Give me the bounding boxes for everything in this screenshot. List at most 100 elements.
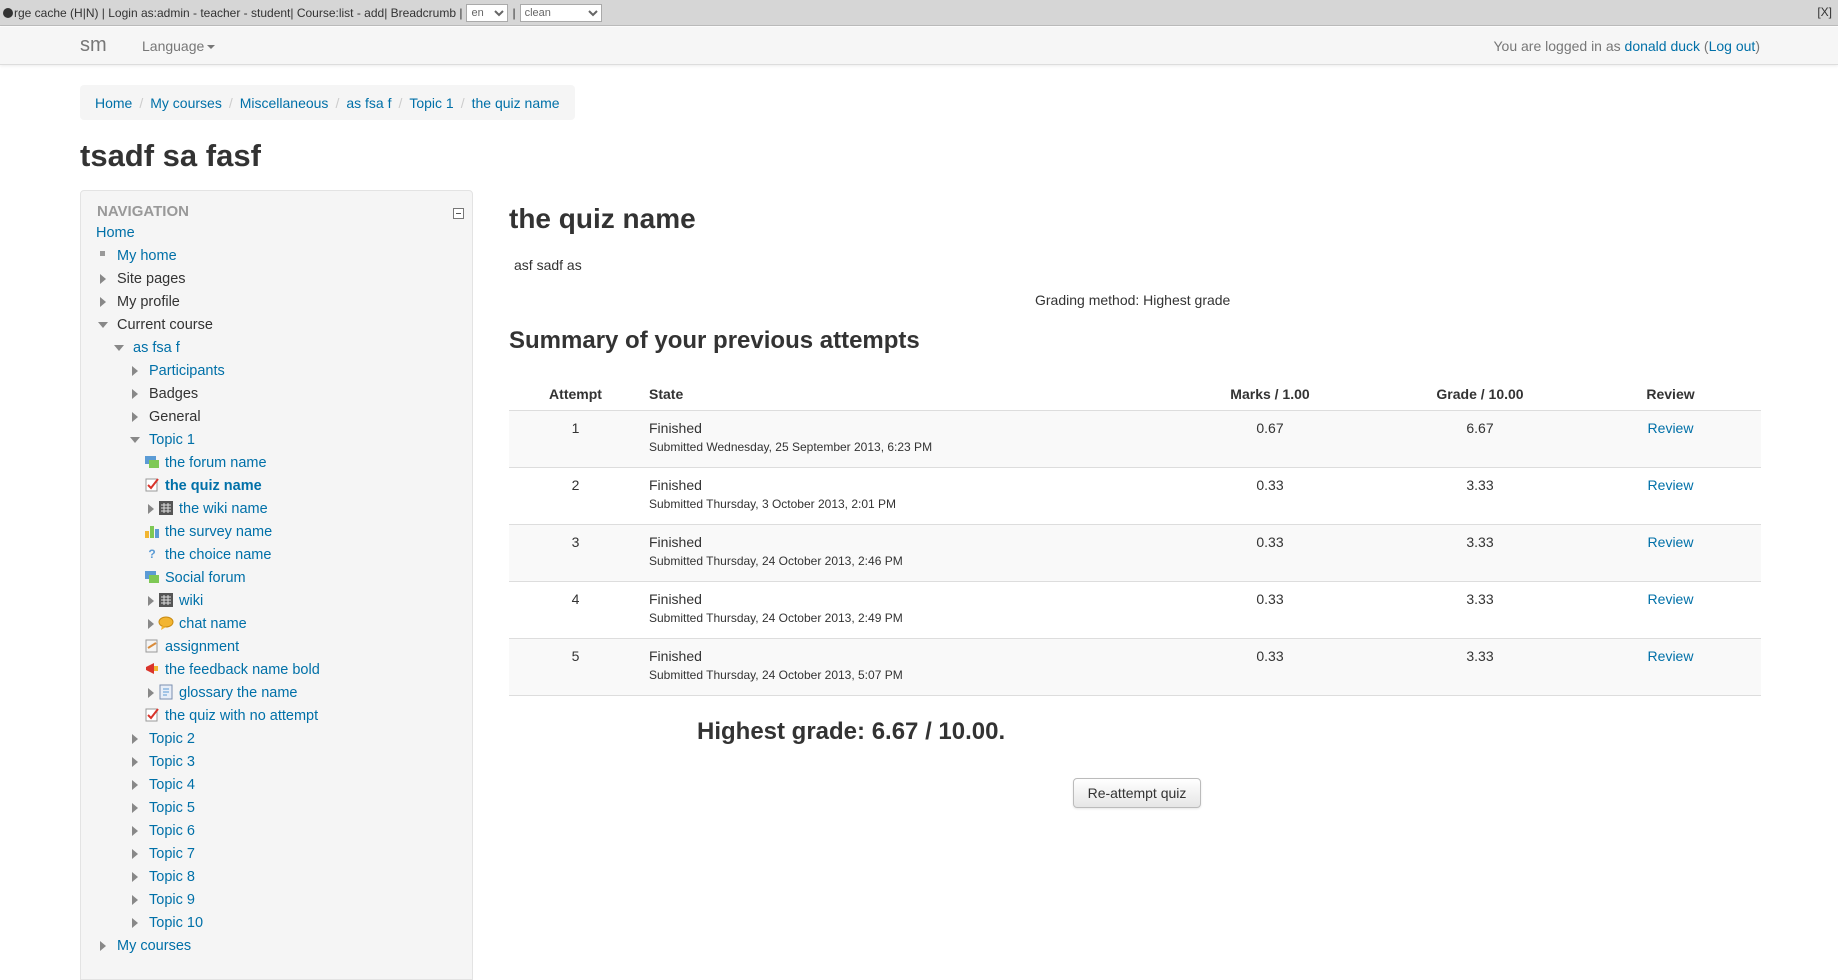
breadcrumb-separator: / — [139, 94, 144, 111]
nav-chat-label: chat name — [179, 616, 247, 632]
user-link[interactable]: donald duck — [1625, 38, 1701, 54]
theme-select[interactable]: clean — [519, 3, 602, 22]
breadcrumb-course[interactable]: as fsa f — [346, 95, 391, 111]
wiki-icon — [158, 592, 174, 608]
login-as-links[interactable]: admin - teacher - student — [157, 6, 290, 20]
nav-topic-label: Topic 9 — [149, 892, 195, 908]
nav-topic-6[interactable]: Topic 6 — [128, 821, 195, 841]
collapse-arrow-icon — [130, 437, 140, 443]
attempt-state: Finished Submitted Thursday, 24 October 2… — [642, 638, 1160, 696]
breadcrumb-miscellaneous[interactable]: Miscellaneous — [240, 95, 329, 111]
nav-topic-10[interactable]: Topic 10 — [128, 913, 203, 933]
breadcrumb-my-courses[interactable]: My courses — [150, 95, 222, 111]
nav-participants-label: Participants — [149, 363, 225, 379]
nav-home[interactable]: Home — [96, 223, 135, 243]
login-info: You are logged in as donald duck (Log ou… — [1493, 38, 1761, 54]
nav-assignment-label: assignment — [165, 639, 240, 655]
breadcrumb-separator: / — [335, 94, 340, 111]
nav-social-forum[interactable]: Social forum — [144, 568, 246, 588]
nav-topic-3[interactable]: Topic 3 — [128, 752, 195, 772]
state-text: Finished — [649, 476, 702, 493]
expand-arrow-icon — [100, 297, 106, 307]
breadcrumb: Home / My courses / Miscellaneous / as fsa … — [80, 85, 575, 120]
nav-wiki-label: the wiki name — [179, 501, 268, 517]
expand-arrow-icon — [132, 849, 138, 859]
nav-my-home-label: My home — [117, 248, 177, 264]
nav-glossary[interactable]: glossary the name — [144, 683, 297, 703]
nav-forum[interactable]: the forum name — [144, 453, 267, 473]
nav-topic-label: Topic 4 — [149, 777, 195, 793]
expand-arrow-icon — [100, 274, 106, 284]
dev-toolbar: rge cache (H|N) | Login as: admin - teac… — [0, 0, 1838, 26]
nav-quiz[interactable]: the quiz name — [144, 476, 262, 496]
nav-wiki-2[interactable]: wiki — [144, 591, 203, 611]
language-menu[interactable]: Language — [142, 38, 216, 54]
nav-current-course[interactable]: Current course — [96, 315, 213, 335]
table-row: 1 Finished Submitted Wednesday, 25 Septem… — [509, 410, 1761, 468]
column-header-attempt: Attempt — [509, 378, 642, 411]
nav-wiki[interactable]: the wiki name — [144, 499, 268, 519]
review-cell: Review — [1580, 581, 1761, 639]
nav-topic-2[interactable]: Topic 2 — [128, 729, 195, 749]
expand-arrow-icon — [132, 918, 138, 928]
review-link[interactable]: Review — [1648, 420, 1694, 436]
submitted-date: Submitted Thursday, 24 October 2013, 5:0… — [649, 667, 903, 682]
attempt-number: 2 — [509, 467, 642, 525]
nav-my-courses[interactable]: My courses — [96, 936, 191, 956]
nav-assignment[interactable]: assignment — [144, 637, 239, 657]
nav-choice[interactable]: ? the choice name — [144, 545, 271, 565]
expand-arrow-icon — [132, 895, 138, 905]
devbar-course-sep: | Course: — [290, 5, 339, 20]
submitted-date: Submitted Thursday, 24 October 2013, 2:4… — [649, 553, 903, 568]
nav-topic-9[interactable]: Topic 9 — [128, 890, 195, 910]
review-cell: Review — [1580, 410, 1761, 468]
nav-my-profile[interactable]: My profile — [96, 292, 180, 312]
reattempt-quiz-button[interactable]: Re-attempt quiz — [1073, 778, 1201, 808]
quiz-icon — [144, 707, 160, 723]
site-brand[interactable]: sm — [80, 34, 107, 57]
review-link[interactable]: Review — [1648, 477, 1694, 493]
logout-link[interactable]: Log out — [1709, 38, 1756, 54]
breadcrumb-topic[interactable]: Topic 1 — [409, 95, 453, 111]
language-select[interactable]: en — [466, 3, 509, 22]
collapse-block-icon[interactable] — [453, 208, 464, 219]
nav-badges[interactable]: Badges — [128, 384, 198, 404]
glossary-icon — [158, 684, 174, 700]
course-links[interactable]: list - add — [339, 6, 384, 20]
nav-survey[interactable]: the survey name — [144, 522, 272, 542]
state-text: Finished — [649, 533, 702, 550]
nav-my-home[interactable]: My home — [96, 246, 177, 266]
devbar-breadcrumb-sep[interactable]: | Breadcrumb | — [384, 6, 462, 20]
submitted-date: Submitted Wednesday, 25 September 2013, … — [649, 439, 933, 454]
breadcrumb-home[interactable]: Home — [95, 95, 132, 111]
nav-general[interactable]: General — [128, 407, 201, 427]
nav-chat[interactable]: chat name — [144, 614, 247, 634]
nav-site-pages[interactable]: Site pages — [96, 269, 186, 289]
nav-participants[interactable]: Participants — [128, 361, 225, 381]
review-link[interactable]: Review — [1648, 534, 1694, 550]
nav-course[interactable]: as fsa f — [112, 338, 180, 358]
review-cell: Review — [1580, 638, 1761, 696]
nav-topic-8[interactable]: Topic 8 — [128, 867, 195, 887]
devbar-pipe: | — [512, 5, 516, 20]
nav-topic-1[interactable]: Topic 1 — [128, 430, 195, 450]
review-link[interactable]: Review — [1648, 648, 1694, 664]
breadcrumb-quiz[interactable]: the quiz name — [472, 95, 560, 111]
nav-topic-7[interactable]: Topic 7 — [128, 844, 195, 864]
attempt-marks: 0.67 — [1160, 410, 1380, 468]
nav-quiz-no-attempt[interactable]: the quiz with no attempt — [144, 706, 318, 726]
nav-feedback[interactable]: the feedback name bold — [144, 660, 320, 680]
attempt-number: 1 — [509, 410, 642, 468]
nav-forum-label: the forum name — [165, 455, 267, 471]
nav-topic-5[interactable]: Topic 5 — [128, 798, 195, 818]
column-header-review: Review — [1580, 378, 1761, 411]
table-row: 4 Finished Submitted Thursday, 24 October… — [509, 581, 1761, 639]
nav-topic-4[interactable]: Topic 4 — [128, 775, 195, 795]
cache-icon[interactable] — [3, 7, 13, 18]
devbar-close-button[interactable]: [X] — [1817, 5, 1832, 19]
expand-arrow-icon — [132, 389, 138, 399]
state-text: Finished — [649, 647, 702, 664]
review-link[interactable]: Review — [1648, 591, 1694, 607]
expand-arrow-icon — [132, 757, 138, 767]
breadcrumb-separator: / — [398, 94, 403, 111]
